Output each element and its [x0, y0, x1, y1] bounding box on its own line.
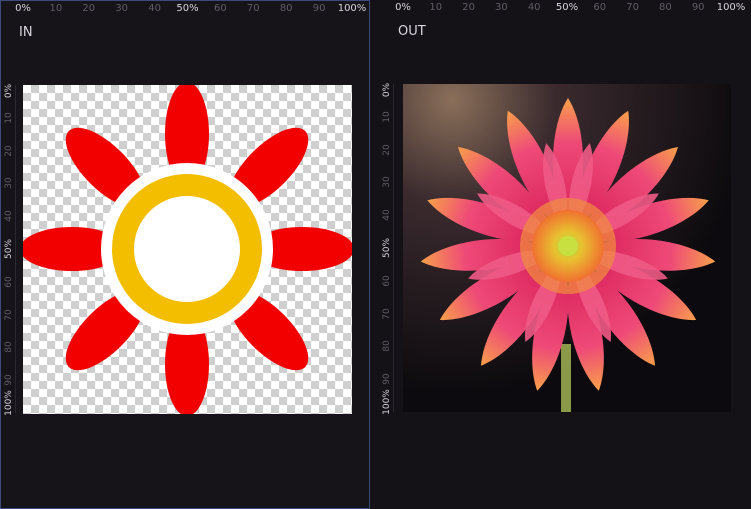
ruler-tick-label: 90 [382, 373, 392, 385]
flower-center-core [558, 236, 578, 256]
ruler-tick-label: 70 [4, 308, 14, 321]
ruler-tick-label: 50% [382, 237, 392, 259]
ruler-tick-label: 30 [382, 176, 392, 189]
ruler-tick-label: 20 [82, 3, 96, 14]
ruler-tick-label: 60 [593, 2, 607, 13]
output-panel-label: OUT [398, 24, 426, 39]
ruler-tick-label: 60 [214, 3, 227, 14]
ruler-tick-label: 0% [15, 3, 31, 14]
top-ruler: 0% 10 20 30 40 50% 60 70 80 90 100% [395, 0, 745, 18]
output-image-canvas[interactable] [403, 84, 731, 412]
ruler-tick-label: 70 [626, 2, 639, 13]
flower-stem [561, 344, 571, 412]
ruler-tick-label: 20 [4, 144, 14, 157]
ruler-tick-label: 80 [659, 2, 672, 13]
ruler-line [15, 85, 16, 413]
input-panel-label: IN [19, 25, 33, 40]
input-panel: 0% 10 20 30 40 50% 60 70 80 90 100% IN 0% 10 20 30 40 5… [0, 0, 370, 509]
ruler-tick-label: 40 [527, 2, 541, 13]
ruler-tick-label: 40 [382, 209, 392, 221]
ruler-tick-label: 60 [4, 276, 14, 288]
ruler-tick-label: 10 [382, 111, 392, 123]
ruler-tick-label: 90 [312, 3, 326, 14]
ruler-tick-label: 90 [4, 374, 14, 386]
ruler-tick-label: 10 [4, 112, 14, 124]
ruler-tick-label: 40 [4, 210, 14, 222]
ruler-line [393, 84, 394, 412]
output-panel: 0% 10 20 30 40 50% 60 70 80 90 100% OUT 0% 10 20 30 40… [371, 0, 751, 509]
ruler-tick-label: 20 [462, 2, 475, 13]
ruler-tick-label: 100% [716, 2, 746, 13]
left-ruler: 0% 10 20 30 40 50% 60 70 80 90 100% [1, 83, 17, 416]
ruler-tick-label: 0% [382, 82, 392, 98]
input-image-canvas[interactable] [23, 85, 352, 414]
ruler-tick-label: 100% [382, 389, 392, 415]
ruler-tick-label: 50% [4, 238, 14, 260]
ruler-tick-label: 100% [4, 390, 14, 416]
top-ruler: 0% 10 20 30 40 50% 60 70 80 90 100% [15, 1, 366, 19]
ruler-tick-label: 20 [382, 143, 392, 156]
ruler-tick-label: 80 [279, 3, 293, 14]
ruler-tick-label: 50% [555, 2, 579, 13]
ruler-tick-label: 30 [4, 177, 14, 190]
ruler-tick-label: 10 [49, 3, 63, 14]
ruler-tick-label: 60 [382, 275, 392, 287]
ruler-tick-label: 0% [4, 83, 14, 99]
ruler-tick-label: 50% [176, 3, 199, 14]
ruler-tick-label: 70 [382, 307, 392, 320]
ruler-tick-label: 30 [495, 2, 508, 13]
output-flower-image [403, 84, 731, 412]
ruler-tick-label: 80 [4, 341, 14, 354]
left-ruler: 0% 10 20 30 40 50% 60 70 80 90 100% [379, 82, 395, 415]
ruler-tick-label: 10 [429, 2, 443, 13]
ruler-tick-label: 40 [148, 3, 161, 14]
ruler-tick-label: 100% [337, 3, 367, 14]
ruler-tick-label: 90 [691, 2, 705, 13]
white-center [134, 196, 240, 302]
ruler-tick-label: 80 [382, 340, 392, 353]
input-flower-image [23, 85, 352, 414]
ruler-tick-label: 70 [246, 3, 260, 14]
ruler-tick-label: 30 [115, 3, 129, 14]
ruler-tick-label: 0% [395, 2, 411, 13]
